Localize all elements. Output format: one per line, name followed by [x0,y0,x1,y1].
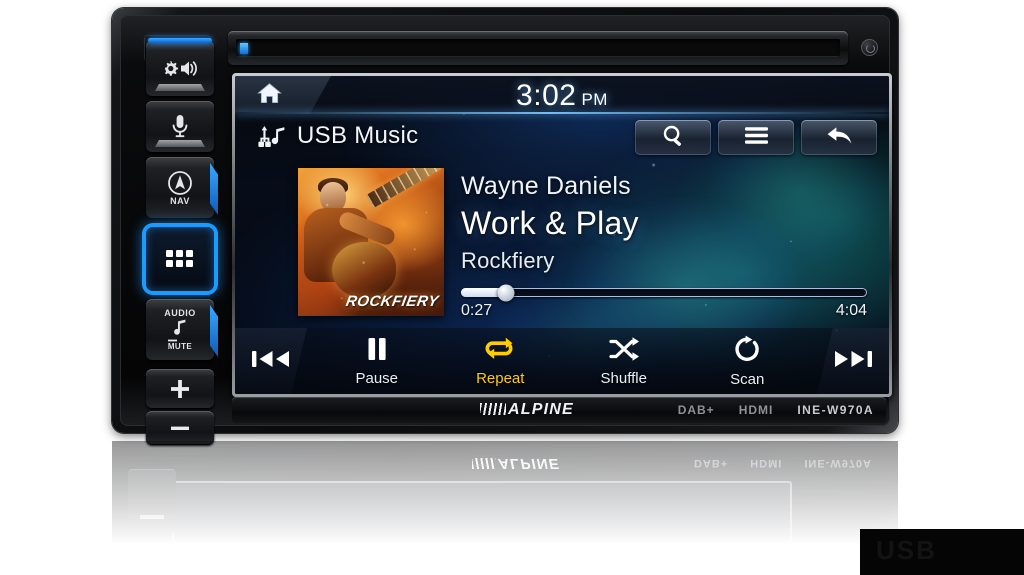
gear-speaker-icon [160,58,200,80]
corner-watermark: USB [860,529,1024,575]
repeat-icon [484,335,516,367]
screenshot-root: NAV AUDIO MUTE 3:02 PM USB Music ROCKFIE… [0,0,1024,575]
touchscreen-display[interactable]: 3:02 PM USB Music ROCKFIERY Wayne Daniel… [235,76,889,394]
scan-label: Scan [730,370,765,388]
navigation-button[interactable]: NAV [146,157,214,219]
source-label: USB Music [297,122,419,149]
pause-button[interactable]: Pause [334,336,420,387]
back-arrow-icon [826,125,853,151]
progress-knob[interactable] [497,284,515,301]
back-button[interactable] [801,120,877,155]
elapsed-time: 0:27 [461,302,493,319]
head-unit-chassis: NAV AUDIO MUTE 3:02 PM USB Music ROCKFIE… [112,8,898,445]
grid-icon [165,248,195,270]
reflection-volume-button [128,469,176,533]
navigation-button-label: NAV [170,195,190,206]
usb-music-icon [257,125,287,154]
track-artist: Wayne Daniels [461,172,631,200]
volume-down-button[interactable] [146,411,214,445]
next-track-icon [832,347,874,376]
brand-name: ALPINE [508,401,574,418]
volume-up-button[interactable] [146,369,214,409]
scan-button[interactable]: Scan [704,335,790,388]
progress-times: 0:27 4:04 [461,302,867,320]
audio-mute-button[interactable]: AUDIO MUTE [146,299,214,361]
transport-items: Pause Repeat Shuffle Scan [315,328,809,394]
search-button[interactable] [635,120,711,155]
reflection-dab-badge: DAB+ [693,457,729,469]
previous-track-button[interactable] [235,328,307,394]
shuffle-icon [608,336,640,367]
album-art[interactable]: ROCKFIERY [298,168,444,316]
now-playing-info: Wayne Daniels Work & Play Rockfiery [455,172,871,274]
track-album: Rockfiery [461,248,555,273]
badge-group: DAB+ HDMI INE-W970A [678,403,874,417]
shuffle-label: Shuffle [600,369,647,387]
music-note-icon [170,318,190,338]
scan-icon [733,335,761,368]
clock-time: 3:02 [516,79,577,112]
compass-icon [167,170,193,196]
pause-icon [365,336,389,367]
minus-icon [169,424,191,432]
search-icon [662,124,685,152]
status-led-indicator [240,43,248,54]
button-ridge [155,84,205,91]
reflection-brand-logo: ALPINE [472,455,560,472]
clock: 3:02 PM [235,79,889,113]
repeat-button[interactable]: Repeat [457,335,543,387]
progress-track[interactable] [461,284,867,301]
voice-command-button[interactable] [146,101,214,153]
apps-grid-button[interactable] [146,227,214,291]
reflection-badges: DAB+ HDMI INE-W970A [694,457,872,469]
hdmi-badge: HDMI [738,403,774,417]
microphone-icon [171,114,189,140]
model-number: INE-W970A [797,403,874,417]
reflection-screen [172,481,792,561]
shuffle-button[interactable]: Shuffle [581,336,667,387]
hard-button-column: NAV AUDIO MUTE [146,38,218,445]
top-button-group [635,120,877,155]
button-ridge [155,140,205,147]
status-bar: 3:02 PM [235,76,889,114]
source-row: USB Music [235,114,889,162]
mute-button-label: MUTE [167,338,192,351]
repeat-label: Repeat [476,370,525,387]
disc-slot-opening [236,39,840,57]
audio-button-label: AUDIO [164,307,196,318]
reflection-model-number: INE-W970A [804,457,872,469]
transport-bar: Pause Repeat Shuffle Scan [235,328,889,394]
album-art-caption: ROCKFIERY [344,293,441,310]
brand-bar: ALPINE DAB+ HDMI INE-W970A [232,397,886,423]
clock-ampm: PM [581,90,608,109]
eject-button[interactable] [861,39,878,56]
hamburger-menu-icon [744,126,769,150]
menu-button[interactable] [718,120,794,155]
plus-icon [169,378,191,400]
illumination-audio-button[interactable] [146,38,214,97]
track-title: Work & Play [461,205,639,241]
disc-slot[interactable] [228,31,848,65]
unit-reflection: ALPINE DAB+ HDMI INE-W970A [112,441,898,571]
pause-label: Pause [355,369,399,387]
next-track-button[interactable] [817,328,889,394]
total-time: 4:04 [835,302,867,319]
playback-progress[interactable]: 0:27 4:04 [461,284,867,320]
dab-badge: DAB+ [677,403,715,417]
previous-track-icon [250,347,292,376]
head-unit-faceplate: NAV AUDIO MUTE 3:02 PM USB Music ROCKFIE… [120,15,892,445]
brand-logo-stripes [480,403,506,415]
reflection-logo-stripes [472,458,496,469]
watermark-text: USB [876,535,937,565]
reflection-brand-name: ALPINE [498,455,560,472]
reflection-hdmi-badge: HDMI [750,457,783,469]
brand-logo: ALPINE [480,401,574,419]
display-bezel: 3:02 PM USB Music ROCKFIERY Wayne Daniel… [232,73,892,397]
